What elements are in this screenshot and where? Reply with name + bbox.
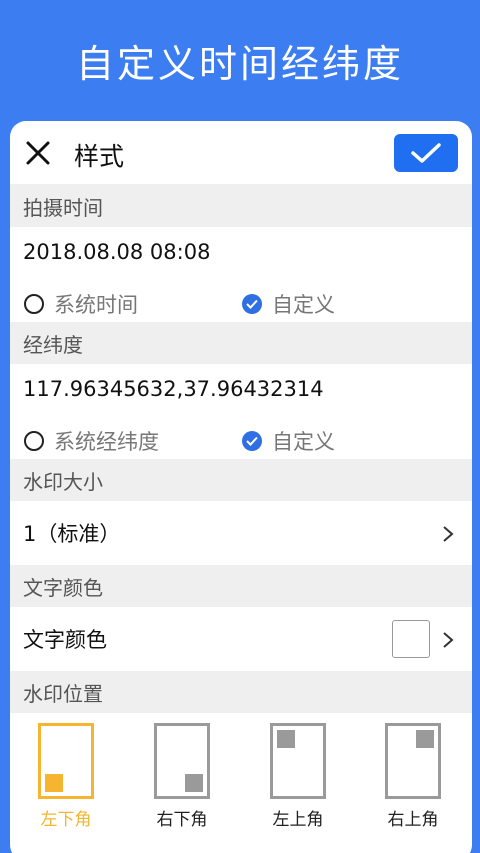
position-label: 右上角: [387, 810, 439, 830]
position-top-left-icon: [270, 723, 326, 799]
color-swatch: [392, 620, 430, 658]
check-icon: [411, 143, 441, 163]
radio-custom-coordinates[interactable]: 自定义: [242, 426, 335, 456]
position-bottom-right[interactable]: 右下角: [132, 723, 232, 830]
position-bottom-right-icon: [154, 723, 210, 799]
radio-custom-time[interactable]: 自定义: [242, 289, 335, 319]
text-color-header: 文字颜色: [10, 565, 472, 607]
radio-unchecked-icon: [24, 294, 44, 314]
capture-time-header: 拍摄时间: [10, 185, 472, 227]
radio-checked-icon: [242, 431, 262, 451]
position-label: 左下角: [40, 810, 92, 830]
banner-title: 自定义时间经纬度: [75, 41, 404, 86]
position-top-left[interactable]: 左上角: [248, 723, 348, 830]
capture-time-options: 系统时间 自定义: [10, 277, 472, 322]
chevron-right-icon: [443, 526, 454, 542]
style-panel: 样式 拍摄时间 2018.08.08 08:08 系统时间 自定义 经纬度 11…: [10, 121, 472, 853]
toolbar: 样式: [10, 121, 472, 185]
close-button[interactable]: [24, 139, 52, 167]
radio-label: 自定义: [272, 293, 335, 317]
radio-system-coordinates[interactable]: 系统经纬度: [24, 426, 159, 456]
radio-unchecked-icon: [24, 431, 44, 451]
coordinates-header: 经纬度: [10, 322, 472, 364]
watermark-size-header: 水印大小: [10, 459, 472, 501]
watermark-position-header: 水印位置: [10, 671, 472, 713]
capture-time-value[interactable]: 2018.08.08 08:08: [10, 227, 472, 277]
watermark-position-options: 左下角 右下角 左上角 右上角: [10, 713, 472, 843]
position-top-right-icon: [385, 723, 441, 799]
radio-label: 自定义: [272, 430, 335, 454]
coordinates-options: 系统经纬度 自定义: [10, 414, 472, 459]
position-top-right[interactable]: 右上角: [363, 723, 463, 830]
radio-label: 系统经纬度: [54, 430, 159, 454]
position-bottom-left[interactable]: 左下角: [16, 723, 116, 830]
page-title: 样式: [74, 142, 125, 171]
watermark-size-selector[interactable]: 1（标准）: [10, 501, 472, 565]
close-icon: [26, 141, 50, 165]
position-label: 右下角: [156, 810, 208, 830]
watermark-size-value: 1（标准）: [23, 522, 121, 546]
text-color-selector[interactable]: 文字颜色: [10, 607, 472, 671]
confirm-button[interactable]: [394, 134, 458, 172]
radio-system-time[interactable]: 系统时间: [24, 289, 138, 319]
banner: 自定义时间经纬度: [0, 0, 480, 120]
position-bottom-left-icon: [38, 723, 94, 799]
radio-label: 系统时间: [54, 293, 138, 317]
text-color-label: 文字颜色: [23, 628, 107, 652]
chevron-right-icon: [443, 632, 454, 648]
radio-checked-icon: [242, 294, 262, 314]
position-label: 左上角: [272, 810, 324, 830]
coordinates-value[interactable]: 117.96345632,37.96432314: [10, 364, 472, 414]
